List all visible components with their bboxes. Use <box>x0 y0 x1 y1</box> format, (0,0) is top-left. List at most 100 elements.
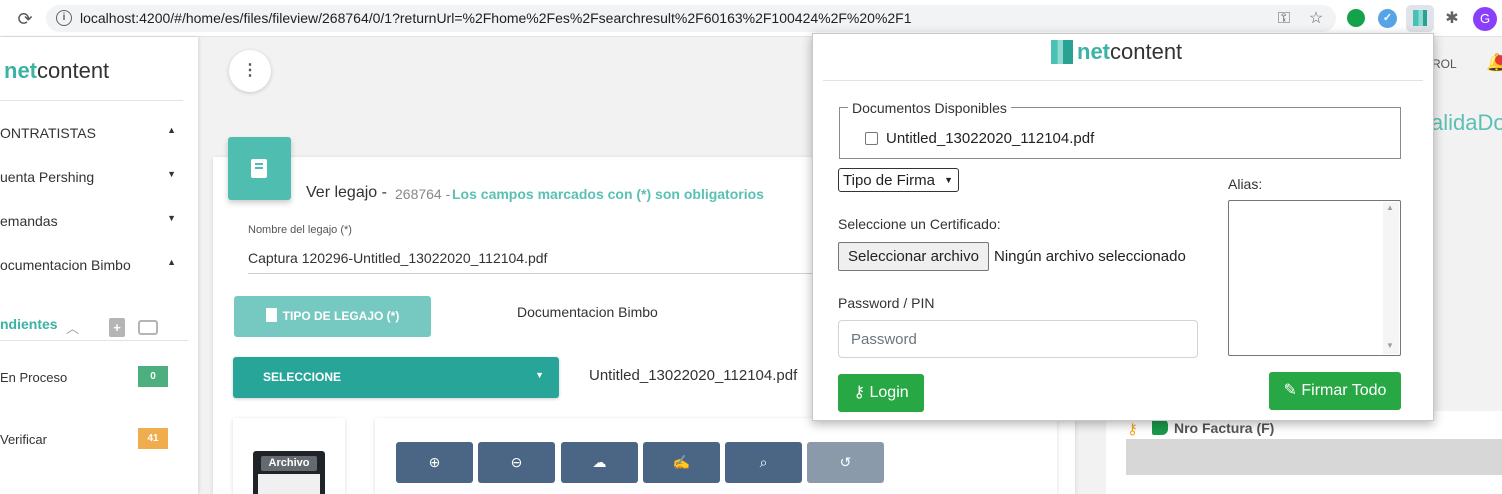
login-label: Login <box>869 384 909 401</box>
cloud-download-icon: ☁ <box>592 454 607 470</box>
tipo-legajo-label: TIPO DE LEGAJO (*) <box>282 309 400 323</box>
zoom-out-button[interactable]: ⊖ <box>478 442 555 483</box>
chevron-down-icon: ▼ <box>944 175 953 185</box>
count-badge: 0 <box>138 366 168 387</box>
logo-net-text: net <box>4 58 37 83</box>
file-name: Untitled_13022020_112104.pdf <box>589 367 798 384</box>
alias-listbox[interactable] <box>1228 200 1401 356</box>
extensions-puzzle-icon[interactable]: ✱ <box>1442 9 1462 29</box>
sidebar-item-cuenta-pershing[interactable]: uenta Pershing ▼ <box>0 166 180 188</box>
login-button[interactable]: ⚷ Login <box>838 374 924 412</box>
netcontent-logo-icon <box>1051 40 1073 64</box>
firmar-todo-button[interactable]: ✎ Firmar Todo <box>1269 372 1401 410</box>
history-icon: ↺ <box>839 454 852 470</box>
document-checkbox[interactable] <box>865 132 878 145</box>
file-status-text: Ningún archivo seleccionado <box>994 248 1186 265</box>
search-button[interactable]: ⌕ <box>725 442 802 483</box>
seleccione-dropdown[interactable]: SELECCIONE ▼ <box>233 357 559 398</box>
download-button[interactable]: ☁ <box>561 442 638 483</box>
password-key-icon[interactable]: ⚿ <box>1274 9 1294 29</box>
archivo-label: Archivo <box>261 456 317 471</box>
password-input[interactable] <box>838 320 1198 358</box>
scroll-down-icon[interactable]: ▼ <box>1386 341 1394 350</box>
tipo-legajo-button[interactable]: TIPO DE LEGAJO (*) <box>234 296 431 337</box>
page-title: Ver legajo - <box>306 184 387 201</box>
rol-menu[interactable]: ROL <box>1432 57 1457 71</box>
caret-down-icon: ▼ <box>167 213 176 223</box>
tipo-firma-select[interactable]: Tipo de Firma ▼ <box>838 168 959 192</box>
reload-icon[interactable]: ⟳ <box>14 8 36 30</box>
zoom-in-button[interactable]: ⊕ <box>396 442 473 483</box>
firmar-todo-label: Firmar Todo <box>1301 382 1387 399</box>
nro-factura-label: Nro Factura (F) <box>1174 420 1275 436</box>
caret-down-icon: ▼ <box>535 370 544 380</box>
pending-row-en-proceso[interactable]: En Proceso 0 <box>0 366 180 388</box>
choose-file-button[interactable]: Seleccionar archivo <box>838 242 989 271</box>
scroll-up-icon[interactable]: ▲ <box>1386 203 1394 212</box>
extension-green-icon[interactable] <box>1347 9 1365 27</box>
sidebar-item-label: ONTRATISTAS <box>0 125 96 141</box>
sidebar-item-contratistas[interactable]: ONTRATISTAS ▲ <box>0 122 180 144</box>
site-info-icon[interactable]: i <box>56 10 72 26</box>
chevron-up-icon[interactable]: ︿ <box>66 318 79 337</box>
sidebar-divider <box>0 100 183 101</box>
tipo-firma-label: Tipo de Firma <box>843 172 935 189</box>
valida-doc-title: alidaDo <box>1431 110 1502 135</box>
pending-row-label: Verificar <box>0 432 47 447</box>
bookmark-star-icon[interactable]: ☆ <box>1306 9 1326 29</box>
pending-row-label: En Proceso <box>0 370 68 385</box>
certificado-label: Seleccione un Certificado: <box>838 216 1001 232</box>
password-label: Password / PIN <box>838 295 935 311</box>
add-document-icon[interactable]: + <box>109 318 125 337</box>
signature-icon: ✍ <box>672 454 691 470</box>
key-icon: ⚷ <box>853 384 866 401</box>
tag-icon <box>1152 419 1168 435</box>
url-text[interactable]: localhost:4200/#/home/es/files/fileview/… <box>80 10 912 26</box>
notification-badge <box>1495 55 1502 65</box>
logo-content-text: content <box>37 58 110 83</box>
scanner-icon[interactable] <box>138 320 158 335</box>
seleccione-label: SELECCIONE <box>263 370 342 384</box>
file-icon <box>265 308 277 322</box>
nro-factura-field[interactable] <box>1126 439 1502 475</box>
search-icon: ⌕ <box>759 454 768 470</box>
zoom-out-icon: ⊖ <box>510 454 523 470</box>
extension-blue-icon[interactable]: ✓ <box>1378 9 1397 28</box>
pending-row-verificar[interactable]: Verificar 41 <box>0 428 180 450</box>
document-name[interactable]: Untitled_13022020_112104.pdf <box>886 130 1094 147</box>
alias-label: Alias: <box>1228 176 1263 192</box>
pending-divider <box>0 340 188 341</box>
popup-logo: netcontent <box>1051 39 1182 65</box>
sidebar-item-label: emandas <box>0 213 58 229</box>
thumbnail-page <box>258 474 320 494</box>
caret-down-icon: ▼ <box>167 169 176 179</box>
required-fields-note: Los campos marcados con (*) son obligato… <box>452 186 764 202</box>
zoom-in-icon: ⊕ <box>428 454 441 470</box>
sidebar-item-documentacion-bimbo[interactable]: ocumentacion Bimbo ▲ <box>0 254 180 276</box>
legajo-id: 268764 - <box>395 186 451 202</box>
logo-net-text: net <box>1077 39 1110 64</box>
sign-icon: ✎ <box>1283 382 1297 399</box>
alias-scrollbar[interactable] <box>1383 202 1399 354</box>
sidebar-logo[interactable]: netcontent <box>4 58 109 84</box>
history-button[interactable]: ↺ <box>807 442 884 483</box>
caret-up-icon: ▲ <box>167 257 176 267</box>
sidebar-item-label: uenta Pershing <box>0 169 95 185</box>
caret-up-icon: ▲ <box>167 125 176 135</box>
count-badge: 41 <box>138 428 168 449</box>
profile-avatar[interactable]: G <box>1473 7 1497 31</box>
nombre-legajo-label: Nombre del legajo (*) <box>248 224 352 236</box>
more-options-button[interactable]: ⋮ <box>229 50 271 92</box>
sidebar-item-demandas[interactable]: emandas ▼ <box>0 210 180 232</box>
pending-section-title: ndientes <box>0 316 58 332</box>
book-icon <box>228 137 291 200</box>
nombre-legajo-field[interactable]: Captura 120296-Untitled_13022020_112104.… <box>248 250 547 266</box>
signature-button[interactable]: ✍ <box>643 442 720 483</box>
documentos-legend: Documentos Disponibles <box>848 100 1011 116</box>
netcontent-extension-icon <box>1413 10 1427 26</box>
logo-content-text: content <box>1110 39 1183 64</box>
key-icon: ⚷ <box>1127 421 1138 438</box>
popup-divider <box>823 80 1423 81</box>
tipo-legajo-value: Documentacion Bimbo <box>517 304 658 320</box>
sidebar-item-label: ocumentacion Bimbo <box>0 257 131 273</box>
